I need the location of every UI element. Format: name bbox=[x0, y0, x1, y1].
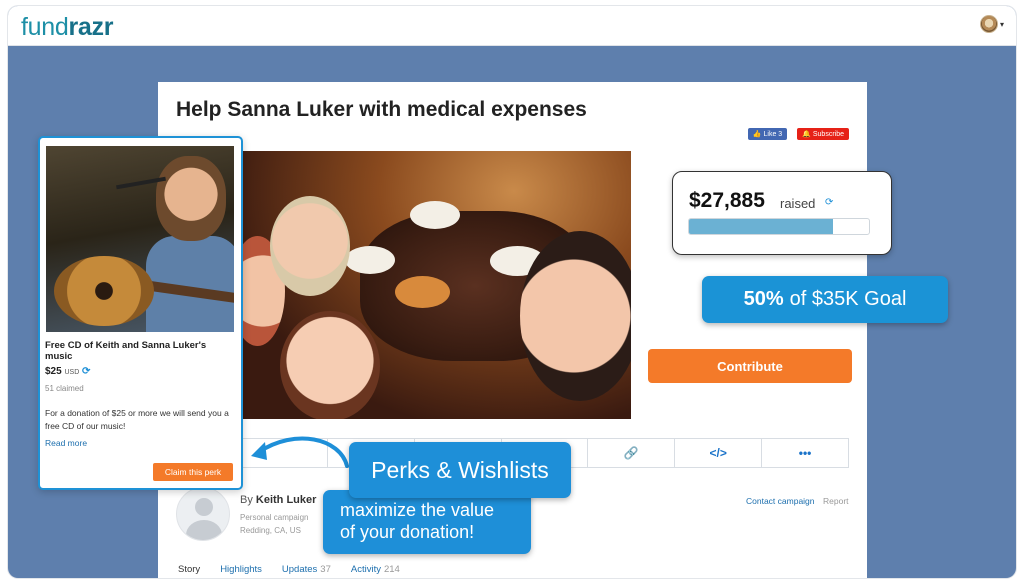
top-navbar: fundrazr ▾ bbox=[8, 6, 1016, 46]
campaign-photo bbox=[240, 151, 631, 419]
goal-badge: 50% of $35K Goal bbox=[702, 276, 948, 323]
tab-updates[interactable]: Updates 37 bbox=[282, 564, 331, 575]
subscribe-button[interactable]: 🔔 Subscribe bbox=[797, 128, 849, 140]
fundrazr-logo[interactable]: fundrazr bbox=[21, 13, 113, 42]
perk-title: Free CD of Keith and Sanna Luker's music bbox=[45, 340, 207, 362]
goal-percent: 50% bbox=[743, 288, 784, 310]
owner-avatar bbox=[176, 487, 230, 541]
contact-campaign-link[interactable]: Contact campaign bbox=[746, 496, 815, 506]
owner-byline: By Keith Luker bbox=[240, 494, 317, 506]
perk-claimed-count: 51 claimed bbox=[45, 384, 84, 393]
perks-wishlists-callout: Perks & Wishlists bbox=[349, 442, 571, 498]
claim-perk-button[interactable]: Claim this perk bbox=[153, 463, 233, 481]
perk-description: For a donation of $25 or more we will se… bbox=[45, 408, 229, 431]
progress-fill bbox=[689, 219, 833, 234]
perk-card: Free CD of Keith and Sanna Luker's music… bbox=[38, 136, 243, 490]
goal-text: of $35K Goal bbox=[789, 288, 907, 310]
avatar bbox=[979, 15, 998, 33]
tab-story[interactable]: Story bbox=[178, 564, 200, 575]
code-icon[interactable]: </> bbox=[675, 439, 763, 467]
owner-name[interactable]: Keith Luker bbox=[256, 494, 317, 506]
owner-location: Redding, CA, US bbox=[240, 526, 301, 535]
more-icon[interactable]: ••• bbox=[762, 439, 848, 467]
currency-convert-icon[interactable]: ⟳ bbox=[825, 197, 833, 208]
owner-meta: Personal campaign Redding, CA, US bbox=[240, 511, 308, 537]
social-buttons: 👍 Like 3 🔔 Subscribe bbox=[747, 128, 849, 140]
tab-highlights[interactable]: Highlights bbox=[220, 564, 262, 575]
raised-card: $27,885 raised ⟳ bbox=[672, 171, 892, 255]
funding-progress-bar bbox=[688, 218, 870, 235]
raised-label: raised bbox=[780, 196, 816, 211]
campaign-tabs: Story Highlights Updates 37 Activity 214 bbox=[178, 564, 400, 575]
read-more-link[interactable]: Read more bbox=[45, 438, 87, 448]
campaign-type: Personal campaign bbox=[240, 513, 309, 522]
chevron-down-icon: ▾ bbox=[999, 19, 1004, 29]
curved-arrow-icon bbox=[251, 436, 349, 468]
link-icon[interactable]: 🔗 bbox=[588, 439, 676, 467]
page-title: Help Sanna Luker with medical expenses bbox=[176, 98, 587, 121]
value-callout: maximize the value of your donation! bbox=[323, 490, 531, 554]
user-menu[interactable]: ▾ bbox=[979, 15, 1004, 33]
tab-activity[interactable]: Activity 214 bbox=[351, 564, 400, 575]
currency-convert-icon[interactable]: ⟳ bbox=[82, 366, 90, 377]
raised-amount: $27,885 bbox=[689, 189, 765, 212]
facebook-like-button[interactable]: 👍 Like 3 bbox=[747, 128, 788, 140]
contribute-button[interactable]: Contribute bbox=[648, 349, 852, 383]
perk-image bbox=[46, 146, 234, 332]
report-link[interactable]: Report bbox=[823, 496, 849, 506]
perk-price: $25 USD ⟳ bbox=[45, 366, 91, 377]
